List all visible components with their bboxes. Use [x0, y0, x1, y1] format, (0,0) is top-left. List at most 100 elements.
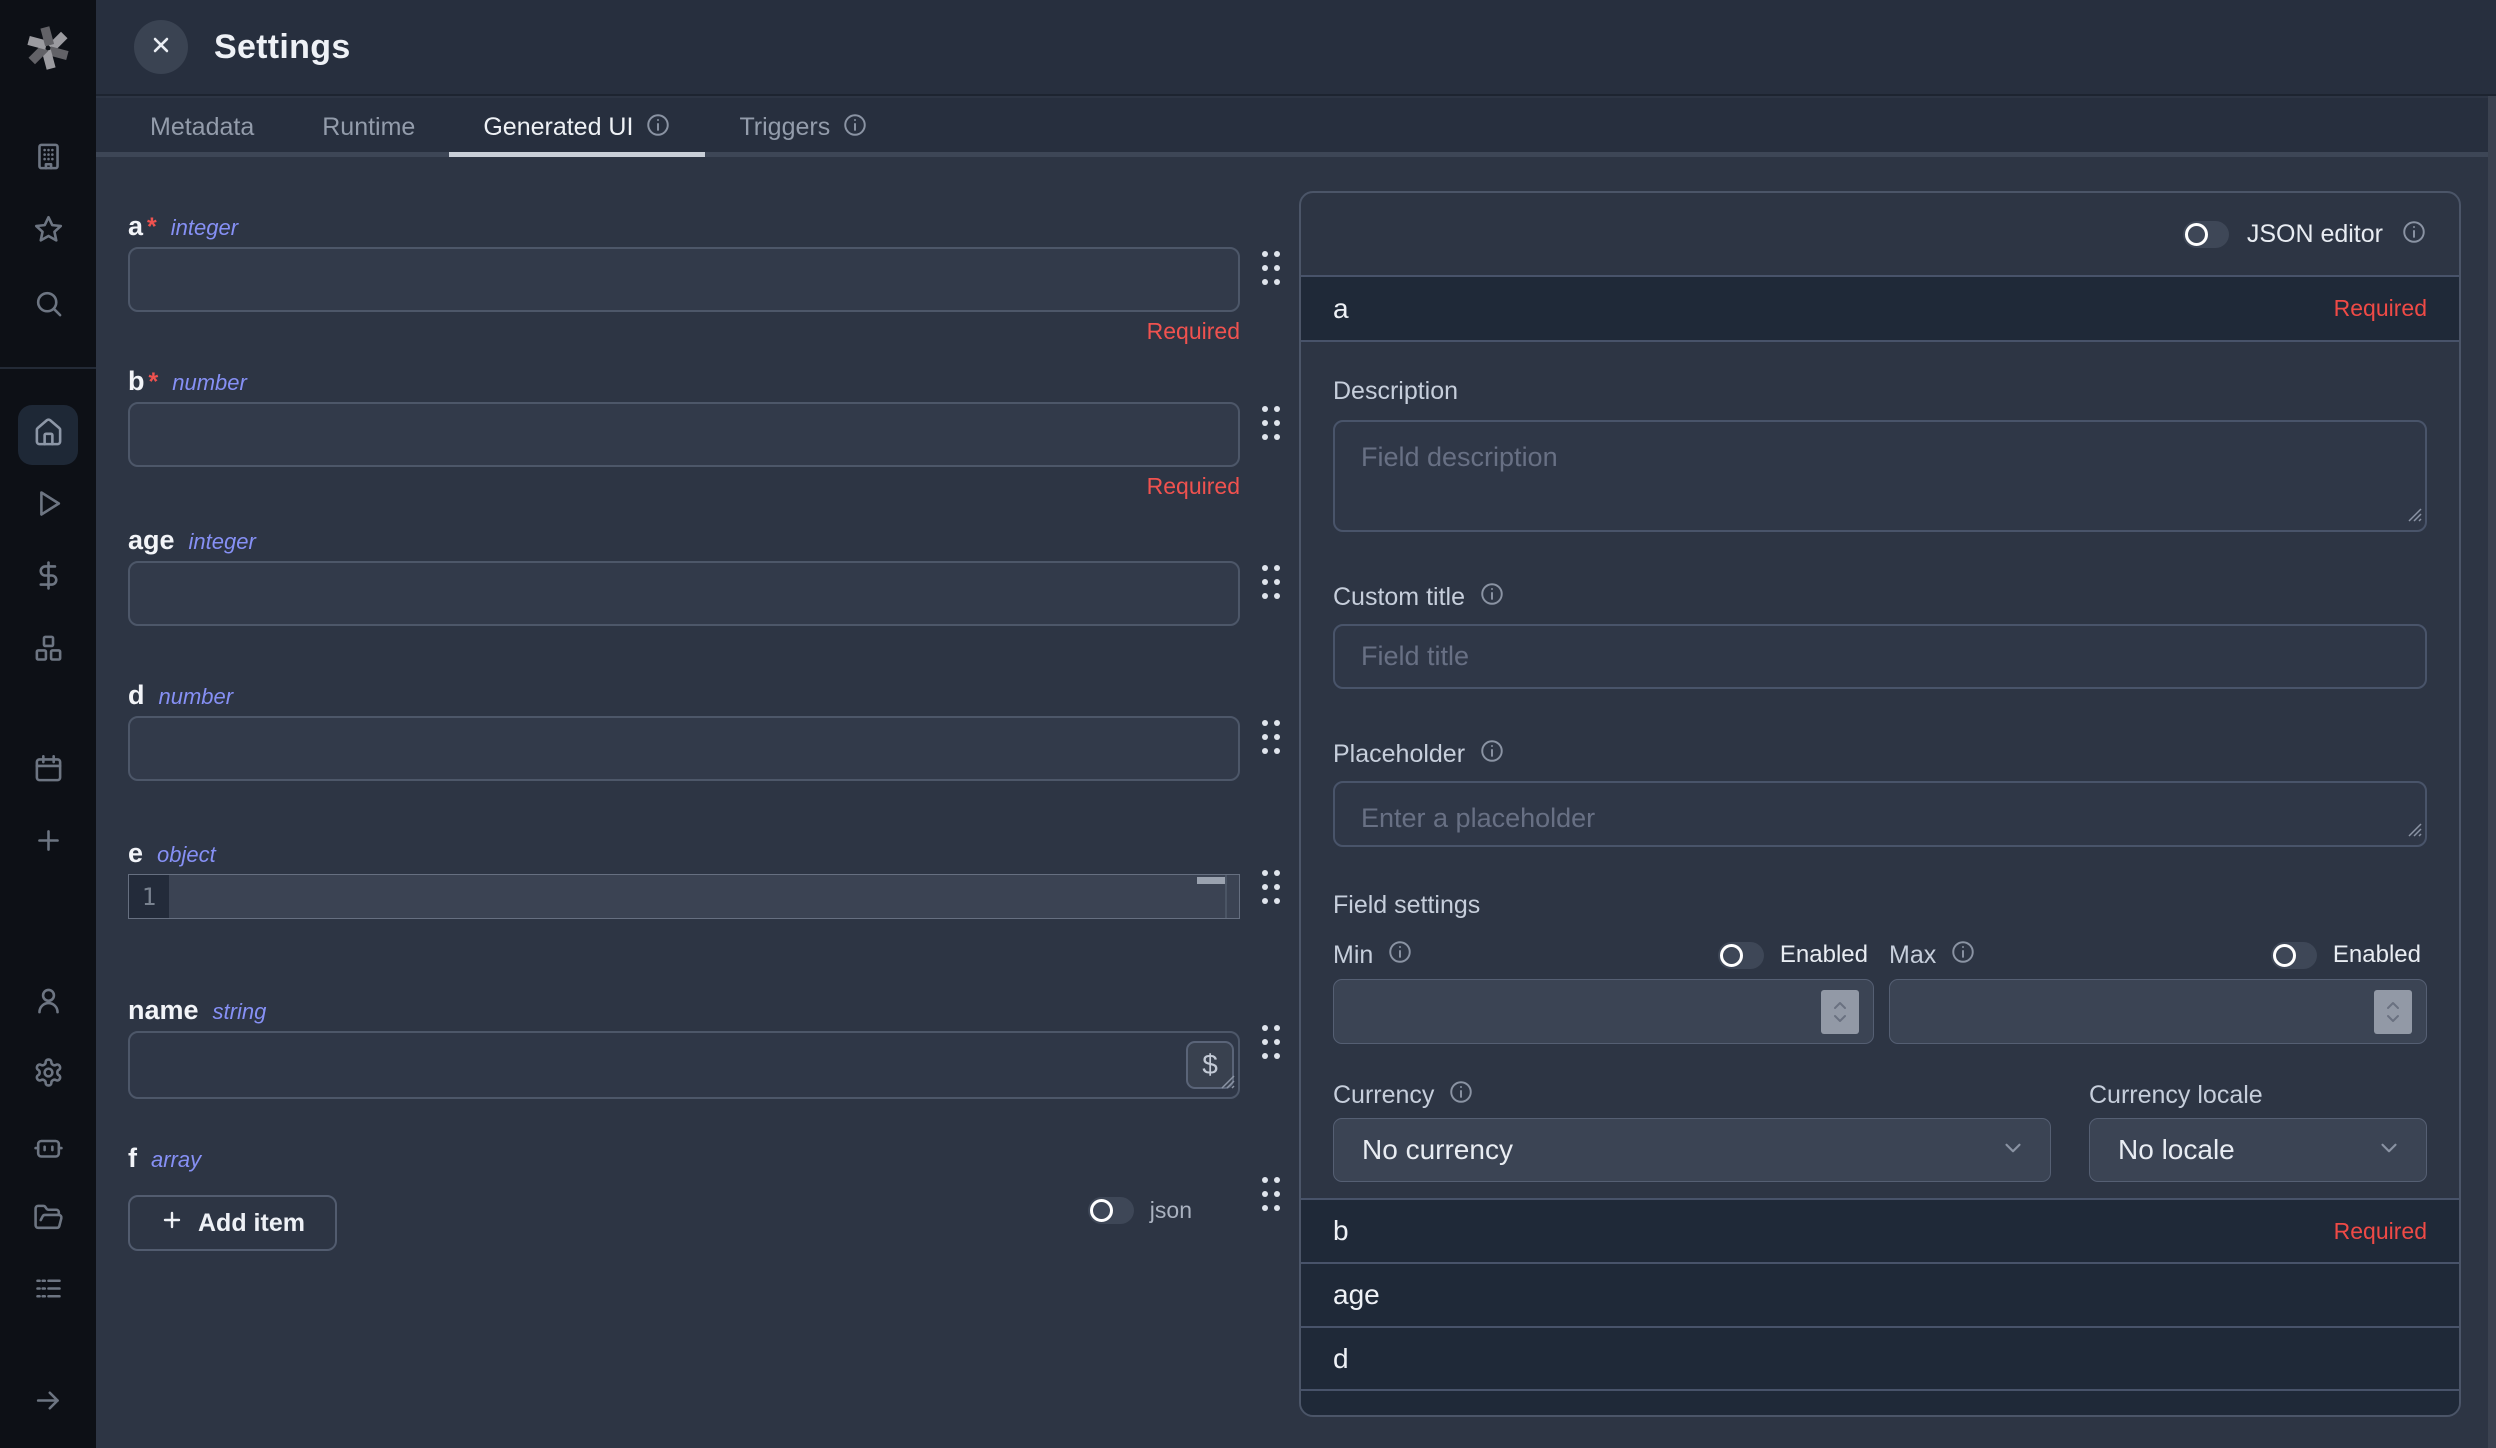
- description-textarea[interactable]: [1335, 422, 2425, 530]
- field-age-input[interactable]: [128, 561, 1240, 626]
- description-label: Description: [1333, 376, 2427, 406]
- min-number-input[interactable]: [1333, 979, 1874, 1044]
- sidebar-item-runs[interactable]: [18, 476, 78, 536]
- required-badge: Required: [2334, 295, 2427, 322]
- sidebar-item-add[interactable]: [18, 813, 78, 873]
- json-editor-toggle[interactable]: [2183, 221, 2229, 248]
- editor-scrollbar-thumb[interactable]: [1197, 877, 1225, 884]
- max-number-input[interactable]: [1889, 979, 2427, 1044]
- sidebar-item-workspace[interactable]: [18, 129, 78, 189]
- number-spinner[interactable]: [2374, 990, 2412, 1034]
- json-toggle[interactable]: [1088, 1197, 1134, 1224]
- drag-handle-icon[interactable]: [1258, 561, 1284, 605]
- building-icon: [33, 141, 64, 177]
- currency-locale-select[interactable]: No locale: [2089, 1118, 2427, 1182]
- robot-icon: [33, 1130, 64, 1166]
- chevron-down-icon: [2000, 1135, 2026, 1166]
- settings-tabs: Metadata Runtime Generated UI Triggers: [96, 98, 2496, 157]
- required-asterisk: *: [149, 368, 159, 397]
- search-icon: [33, 288, 64, 324]
- property-row-d[interactable]: d: [1301, 1326, 2459, 1389]
- min-setting: Min Enabled: [1333, 939, 1874, 1044]
- field-name-textarea[interactable]: $: [128, 1031, 1240, 1099]
- chevron-down-icon: [2376, 1135, 2402, 1166]
- scrollbar[interactable]: [2488, 96, 2496, 1448]
- json-editor-label: JSON editor: [2247, 220, 2383, 249]
- dollar-icon: [33, 560, 64, 596]
- sidebar-item-home[interactable]: [18, 405, 78, 465]
- placeholder-textarea[interactable]: [1335, 783, 2425, 845]
- drag-handle-icon[interactable]: [1258, 1021, 1284, 1065]
- tab-triggers[interactable]: Triggers: [705, 98, 902, 157]
- tab-metadata[interactable]: Metadata: [116, 98, 288, 157]
- sidebar-item-search[interactable]: [18, 276, 78, 336]
- currency-select[interactable]: No currency: [1333, 1118, 2051, 1182]
- form-field-f: f array Add item json: [128, 1143, 1240, 1251]
- settings-header: Settings: [96, 0, 2496, 96]
- sidebar-item-logs[interactable]: [18, 1261, 78, 1321]
- max-enabled-label: Enabled: [2333, 941, 2421, 969]
- field-name: d: [128, 680, 145, 711]
- drag-handle-icon[interactable]: [1258, 402, 1284, 446]
- close-icon: [148, 32, 174, 63]
- drag-handle-icon[interactable]: [1258, 866, 1284, 910]
- generated-ui-content: a* integer Required b* number Required: [96, 157, 2496, 1448]
- tab-runtime[interactable]: Runtime: [288, 98, 449, 157]
- add-item-button[interactable]: Add item: [128, 1195, 337, 1251]
- custom-title-input[interactable]: [1335, 626, 2425, 687]
- sidebar-item-variables[interactable]: [18, 548, 78, 608]
- property-row-age[interactable]: age: [1301, 1262, 2459, 1326]
- property-row-partial[interactable]: [1301, 1389, 2459, 1415]
- currency-setting: Currency No currency: [1333, 1080, 2051, 1182]
- info-icon: [1387, 939, 1413, 972]
- min-enabled-toggle[interactable]: [1718, 942, 1764, 969]
- tab-generated-ui[interactable]: Generated UI: [449, 98, 705, 157]
- max-enabled-toggle[interactable]: [2271, 942, 2317, 969]
- sidebar-item-settings[interactable]: [18, 1045, 78, 1105]
- currency-locale-setting: Currency locale No locale: [2089, 1080, 2427, 1182]
- field-editor-body: Description Custom title Placehold: [1301, 340, 2459, 1198]
- sidebar-item-schedules[interactable]: [18, 741, 78, 801]
- close-button[interactable]: [134, 20, 188, 74]
- sidebar-item-resources[interactable]: [18, 621, 78, 681]
- sidebar-item-workers[interactable]: [18, 1118, 78, 1178]
- boxes-icon: [33, 633, 64, 669]
- windmill-logo-icon[interactable]: [16, 16, 80, 80]
- gear-icon: [33, 1057, 64, 1093]
- resize-handle-icon[interactable]: [1217, 1071, 1235, 1094]
- plus-icon: [33, 825, 64, 861]
- info-icon: [1950, 939, 1976, 972]
- drag-handle-icon[interactable]: [1258, 1173, 1284, 1217]
- property-row-a[interactable]: a Required: [1301, 275, 2459, 340]
- field-b-input[interactable]: [128, 402, 1240, 467]
- form-field-d: d number: [128, 680, 1240, 781]
- field-d-input[interactable]: [128, 716, 1240, 781]
- field-a-input[interactable]: [128, 247, 1240, 312]
- sidebar-item-collapse[interactable]: [18, 1373, 78, 1433]
- main-area: Settings Metadata Runtime Generated UI T…: [96, 0, 2496, 1448]
- field-settings-title: Field settings: [1333, 891, 2427, 921]
- property-row-b[interactable]: b Required: [1301, 1198, 2459, 1262]
- form-field-e: e object 1: [128, 838, 1240, 919]
- field-type: array: [151, 1147, 201, 1173]
- json-toggle-label: json: [1150, 1197, 1192, 1224]
- sidebar-item-folders[interactable]: [18, 1190, 78, 1250]
- max-label: Max: [1889, 940, 1976, 970]
- field-e-code-editor[interactable]: 1: [128, 874, 1240, 919]
- sidebar-item-favorites[interactable]: [18, 202, 78, 262]
- required-badge: Required: [2334, 1218, 2427, 1245]
- number-spinner[interactable]: [1821, 990, 1859, 1034]
- field-name: age: [128, 525, 175, 556]
- home-icon: [33, 417, 64, 453]
- required-error: Required: [128, 318, 1240, 345]
- field-type: number: [172, 370, 247, 396]
- drag-handle-icon[interactable]: [1258, 247, 1284, 291]
- resize-handle-icon[interactable]: [2404, 819, 2422, 842]
- calendar-icon: [33, 753, 64, 789]
- field-type: string: [213, 999, 267, 1025]
- drag-handle-icon[interactable]: [1258, 716, 1284, 760]
- sidebar-item-users[interactable]: [18, 973, 78, 1033]
- info-icon: [1479, 738, 1505, 771]
- info-icon: [645, 112, 671, 145]
- resize-handle-icon[interactable]: [2404, 504, 2422, 527]
